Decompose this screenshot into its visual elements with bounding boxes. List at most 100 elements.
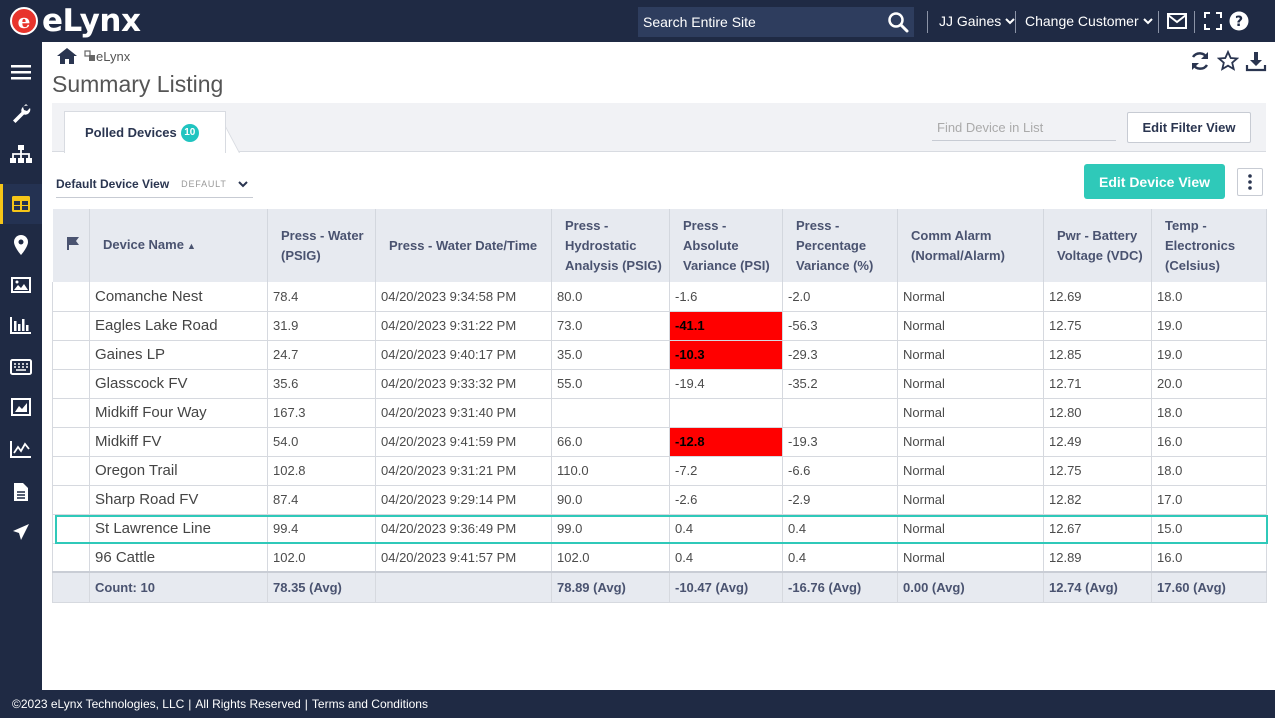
chevron-down-icon [237, 180, 248, 187]
terms-link[interactable]: Terms and Conditions [312, 697, 428, 711]
device-name-cell[interactable]: Sharp Road FV [89, 485, 268, 515]
search-input[interactable] [638, 14, 878, 30]
table-cell: 73.0 [551, 311, 670, 341]
table-row[interactable]: Eagles Lake Road 31.9 04/20/2023 9:31:22 P… [52, 311, 1267, 341]
table-cell: 12.75 [1043, 311, 1152, 341]
device-name-cell[interactable]: Oregon Trail [89, 456, 268, 486]
user-menu[interactable]: JJ Gaines [939, 0, 1016, 42]
wrench-icon [13, 104, 31, 123]
flag-cell[interactable] [52, 282, 90, 312]
table-row[interactable]: Midkiff FV 54.0 04/20/2023 9:41:59 PM 66.0-… [52, 427, 1267, 457]
fullscreen-icon[interactable] [1204, 12, 1222, 30]
table-cell: 12.82 [1043, 485, 1152, 515]
flag-cell[interactable] [52, 456, 90, 486]
column-header[interactable]: Pwr - Battery Voltage (VDC) [1043, 209, 1152, 282]
column-header[interactable]: Press - Absolute Variance (PSI) [669, 209, 783, 282]
table-cell: 99.0 [551, 514, 670, 544]
elynx-logo[interactable]: e eLynx [10, 3, 141, 39]
find-device-input[interactable] [932, 115, 1116, 141]
table-row[interactable]: Oregon Trail 102.8 04/20/2023 9:31:21 PM 11… [52, 456, 1267, 486]
breadcrumb: eLynx [56, 47, 130, 65]
edit-filter-view-button[interactable]: Edit Filter View [1127, 112, 1251, 143]
help-icon[interactable]: ? [1229, 11, 1249, 31]
column-header[interactable]: Press - Water Date/Time [375, 209, 552, 282]
nav-trends[interactable] [0, 429, 42, 469]
device-name-cell[interactable]: Midkiff Four Way [89, 398, 268, 428]
nav-hierarchy[interactable] [0, 134, 42, 174]
nav-data-entry[interactable] [0, 347, 42, 387]
column-average [375, 571, 552, 603]
table-cell: -2.6 [669, 485, 783, 515]
table-cell: -10.3 [669, 340, 783, 370]
flag-cell[interactable] [52, 369, 90, 399]
flag-cell[interactable] [52, 514, 90, 544]
nav-summary[interactable] [0, 184, 42, 224]
column-header[interactable]: Comm Alarm (Normal/Alarm) [897, 209, 1044, 282]
change-customer-menu[interactable]: Change Customer [1025, 0, 1154, 42]
flag-cell[interactable] [52, 340, 90, 370]
column-header[interactable]: Press - Percentage Variance (%) [782, 209, 898, 282]
menu-toggle[interactable] [0, 52, 42, 92]
column-header[interactable]: Device Name ▲ [89, 209, 268, 282]
download-icon[interactable] [1245, 50, 1267, 72]
breadcrumb-item[interactable]: eLynx [96, 49, 130, 64]
more-options-button[interactable] [1237, 168, 1263, 196]
nav-send[interactable] [0, 512, 42, 552]
table-cell: 16.0 [1151, 427, 1267, 457]
hamburger-icon [11, 65, 31, 80]
device-name-cell[interactable]: Glasscock FV [89, 369, 268, 399]
table-cell [669, 398, 783, 428]
device-name-cell[interactable]: Midkiff FV [89, 427, 268, 457]
flag-cell[interactable] [52, 485, 90, 515]
column-header[interactable]: Press - Hydrostatic Analysis (PSIG) [551, 209, 670, 282]
device-view-select[interactable]: Default Device View DEFAULT [56, 170, 253, 198]
row-count: Count: 10 [89, 571, 268, 603]
divider [1158, 11, 1159, 33]
flag-cell[interactable] [52, 398, 90, 428]
table-cell: 35.6 [267, 369, 376, 399]
table-cell: 90.0 [551, 485, 670, 515]
nav-images[interactable] [0, 265, 42, 305]
column-header[interactable]: Temp - Electronics (Celsius) [1151, 209, 1267, 282]
nav-documents[interactable] [0, 472, 42, 512]
device-table: Device Name ▲ Press - Water (PSIG) Press … [52, 209, 1267, 603]
device-name-cell[interactable]: Comanche Nest [89, 282, 268, 312]
table-cell: 12.71 [1043, 369, 1152, 399]
table-cell: 12.67 [1043, 514, 1152, 544]
table-row[interactable]: St Lawrence Line 99.4 04/20/2023 9:36:49 P… [52, 514, 1267, 544]
column-header[interactable]: Press - Water (PSIG) [267, 209, 376, 282]
table-row[interactable]: Glasscock FV 35.6 04/20/2023 9:33:32 PM 55.… [52, 369, 1267, 399]
device-name-cell[interactable]: Gaines LP [89, 340, 268, 370]
table-cell: 0.4 [669, 543, 783, 573]
star-icon[interactable] [1217, 50, 1239, 72]
column-average: 78.35 (Avg) [267, 571, 376, 603]
table-cell: 0.4 [782, 543, 898, 573]
device-name-cell[interactable]: St Lawrence Line [89, 514, 268, 544]
area-chart-icon [11, 398, 31, 416]
kebab-icon [1248, 174, 1252, 190]
table-row[interactable]: 96 Cattle 102.0 04/20/2023 9:41:57 PM 102.0… [52, 543, 1267, 573]
table-cell: 19.0 [1151, 340, 1267, 370]
table-row[interactable]: Gaines LP 24.7 04/20/2023 9:40:17 PM 35.0 -1… [52, 340, 1267, 370]
flag-column-header[interactable] [52, 209, 90, 282]
tab-polled-devices[interactable]: Polled Devices 10 [64, 111, 226, 153]
flag-cell[interactable] [52, 427, 90, 457]
search-icon[interactable] [886, 10, 910, 34]
home-icon[interactable] [56, 47, 78, 65]
edit-device-view-button[interactable]: Edit Device View [1084, 164, 1225, 199]
table-row[interactable]: Sharp Road FV 87.4 04/20/2023 9:29:14 PM 90… [52, 485, 1267, 515]
table-cell: 102.0 [551, 543, 670, 573]
refresh-icon[interactable] [1189, 50, 1211, 72]
table-row[interactable]: Comanche Nest 78.4 04/20/2023 9:34:58 PM 80… [52, 282, 1267, 312]
device-name-cell[interactable]: Eagles Lake Road [89, 311, 268, 341]
mail-icon[interactable] [1167, 13, 1187, 29]
nav-tools[interactable] [0, 93, 42, 133]
flag-cell[interactable] [52, 543, 90, 573]
table-cell: 18.0 [1151, 282, 1267, 312]
nav-analytics[interactable] [0, 305, 42, 345]
flag-cell[interactable] [52, 311, 90, 341]
nav-map[interactable] [0, 225, 42, 265]
device-name-cell[interactable]: 96 Cattle [89, 543, 268, 573]
nav-reports[interactable] [0, 387, 42, 427]
table-row[interactable]: Midkiff Four Way 167.3 04/20/2023 9:31:40 … [52, 398, 1267, 428]
